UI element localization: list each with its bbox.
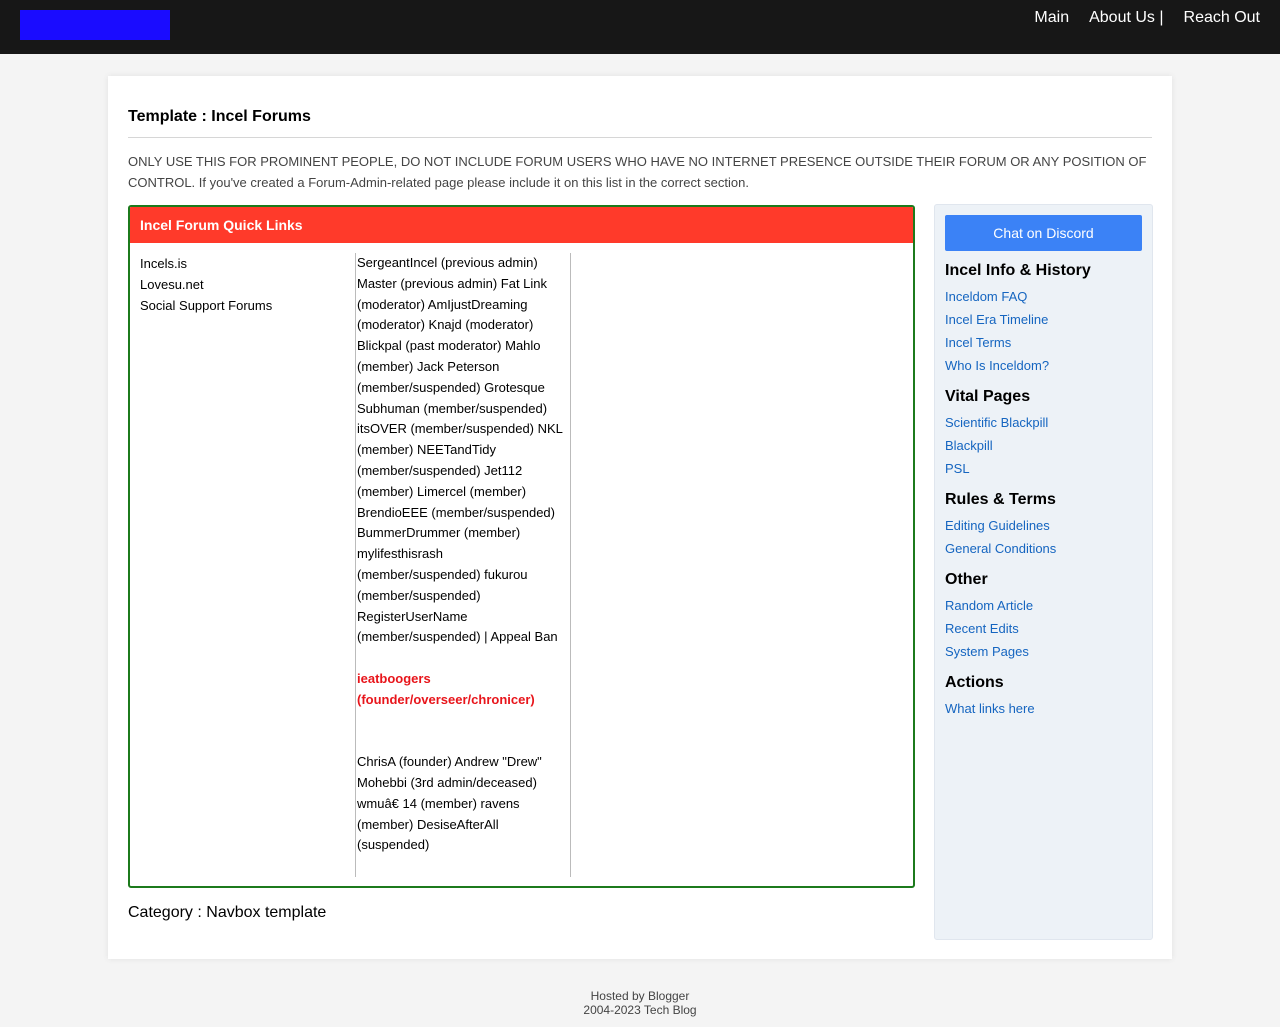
sidebar-link-era-timeline[interactable]: Incel Era Timeline [945, 308, 1142, 331]
footer: Hosted by Blogger 2004-2023 Tech Blog [0, 989, 1280, 1017]
forum-link-incels-is[interactable]: Incels.is [140, 253, 340, 274]
sidebar-link-editing-guidelines[interactable]: Editing Guidelines [945, 514, 1142, 537]
section-title: Vital Pages [945, 388, 1031, 405]
content-card: Template : Incel Forums ONLY USE THIS FO… [108, 76, 1172, 959]
sidebar-section-other: Other Random Article Recent Edits System… [945, 570, 1142, 663]
section-title: Actions [945, 674, 1004, 691]
sidebar-section-vital: Vital Pages Scientific Blackpill Blackpi… [945, 387, 1142, 480]
section-title: Rules & Terms [945, 491, 1056, 508]
sidebar-link-system-pages[interactable]: System Pages [945, 640, 1142, 663]
sidebar-section-rules: Rules & Terms Editing Guidelines General… [945, 490, 1142, 560]
sidebar-link-scientific-blackpill[interactable]: Scientific Blackpill [945, 411, 1142, 434]
sidebar-section-info: Incel Info & History Inceldom FAQ Incel … [945, 261, 1142, 377]
navbox-title: Incel Forum Quick Links [130, 207, 913, 243]
site-logo[interactable] [20, 10, 170, 40]
footer-copyright: 2004-2023 Tech Blog [583, 1003, 697, 1017]
sidebar-link-incel-terms[interactable]: Incel Terms [945, 331, 1142, 354]
notice-text: ONLY USE THIS FOR PROMINENT PEOPLE, DO N… [128, 154, 1147, 190]
top-nav: Main About Us | Reach Out [1034, 9, 1260, 27]
sidebar-link-recent-edits[interactable]: Recent Edits [945, 617, 1142, 640]
title-divider [128, 137, 1152, 138]
footer-hosted: Hosted by Blogger [590, 989, 690, 1003]
sidebar-link-psl[interactable]: PSL [945, 457, 1142, 480]
members-text[interactable]: SergeantIncel (previous admin) Master (p… [357, 255, 562, 644]
sidebar: Chat on Discord Incel Info & History Inc… [934, 204, 1153, 940]
sidebar-link-what-links-here[interactable]: What links here [945, 697, 1142, 720]
section-title: Other [945, 571, 988, 588]
forum-list: Incels.is Lovesu.net Social Support Foru… [140, 253, 340, 316]
page-title: Template : Incel Forums [128, 108, 311, 125]
sidebar-link-inceldom-faq[interactable]: Inceldom FAQ [945, 285, 1142, 308]
discord-button[interactable]: Chat on Discord [945, 215, 1142, 251]
section-title: Incel Info & History [945, 262, 1091, 279]
nav-main-link[interactable]: Main [1034, 9, 1069, 27]
sidebar-link-blackpill[interactable]: Blackpill [945, 434, 1142, 457]
sidebar-link-random-article[interactable]: Random Article [945, 594, 1142, 617]
sidebar-link-who-is-inceldom[interactable]: Who Is Inceldom? [945, 354, 1142, 377]
nav-reach-out-link[interactable]: Reach Out [1184, 9, 1260, 27]
founder-text[interactable]: ieatboogers (founder/overseer/chronicer) [357, 669, 570, 711]
sidebar-link-general-conditions[interactable]: General Conditions [945, 537, 1142, 560]
forum-link-social-support[interactable]: Social Support Forums [140, 295, 340, 316]
forum-link-lovesu-net[interactable]: Lovesu.net [140, 274, 340, 295]
category-label[interactable]: Category : Navbox template [128, 904, 326, 922]
member-list: SergeantIncel (previous admin) Master (p… [355, 253, 571, 877]
other-members-text[interactable]: ChrisA (founder) Andrew "Drew" Mohebbi (… [357, 752, 570, 856]
nav-about-link[interactable]: About Us | [1089, 9, 1163, 27]
navbox: Incel Forum Quick Links Incels.is Lovesu… [128, 205, 915, 888]
sidebar-section-actions: Actions What links here [945, 673, 1142, 720]
top-bar: Main About Us | Reach Out [0, 0, 1280, 54]
